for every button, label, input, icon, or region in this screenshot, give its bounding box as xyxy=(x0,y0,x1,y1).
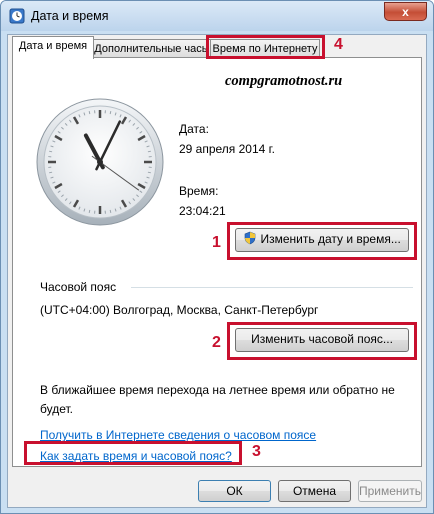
timezone-value: (UTC+04:00) Волгоград, Москва, Санкт-Пет… xyxy=(40,303,319,317)
date-time-dialog: Дата и время x Дата и время Дополнительн… xyxy=(0,0,434,514)
annotation-number-3: 3 xyxy=(252,443,261,460)
date-value: 29 апреля 2014 г. xyxy=(179,142,275,156)
tab-date-time[interactable]: Дата и время xyxy=(12,36,94,59)
analog-clock xyxy=(36,98,164,226)
dialog-body: Дата и время Дополнительные часы Время п… xyxy=(7,34,427,508)
dst-note: В ближайшее время перехода на летнее вре… xyxy=(40,383,395,416)
clock-app-icon xyxy=(9,8,25,24)
clock-tick xyxy=(147,171,151,174)
time-value: 23:04:21 xyxy=(179,204,226,218)
timezone-section-label: Часовой пояс xyxy=(40,280,117,294)
clock-tick xyxy=(147,150,151,153)
online-timezone-info-link[interactable]: Получить в Интернете сведения о часовом … xyxy=(40,428,316,442)
tab-additional-clocks[interactable]: Дополнительные часы xyxy=(93,39,211,59)
close-button[interactable]: x xyxy=(384,2,427,21)
highlight-box-4 xyxy=(206,35,325,59)
clock-tick xyxy=(49,150,53,153)
ok-button[interactable]: ОК xyxy=(198,480,271,502)
change-timezone-button[interactable]: Изменить часовой пояс... xyxy=(235,328,409,352)
time-label: Время: xyxy=(179,184,219,198)
highlight-box-3 xyxy=(24,441,242,465)
title-bar[interactable]: Дата и время x xyxy=(1,1,433,31)
clock-tick xyxy=(49,171,53,174)
timezone-divider xyxy=(131,287,413,288)
clock-tick xyxy=(88,111,91,115)
watermark-text: compgramotnost.ru xyxy=(225,73,343,89)
clock-tick xyxy=(109,209,112,213)
apply-button[interactable]: Применить xyxy=(358,480,422,502)
window-title: Дата и время xyxy=(31,9,109,23)
cancel-button[interactable]: Отмена xyxy=(278,480,351,502)
clock-tick xyxy=(109,111,112,115)
change-datetime-button[interactable]: Изменить дату и время... xyxy=(235,228,409,252)
date-time-panel: compgramotnost.ru Дата: 29 апреля 2014 г… xyxy=(12,57,422,467)
annotation-number-1: 1 xyxy=(212,234,221,251)
clock-tick xyxy=(88,209,91,213)
annotation-number-2: 2 xyxy=(212,334,221,351)
date-label: Дата: xyxy=(179,122,209,136)
change-datetime-label: Изменить дату и время... xyxy=(260,232,401,246)
uac-shield-icon xyxy=(244,231,256,245)
annotation-number-4: 4 xyxy=(334,36,343,53)
